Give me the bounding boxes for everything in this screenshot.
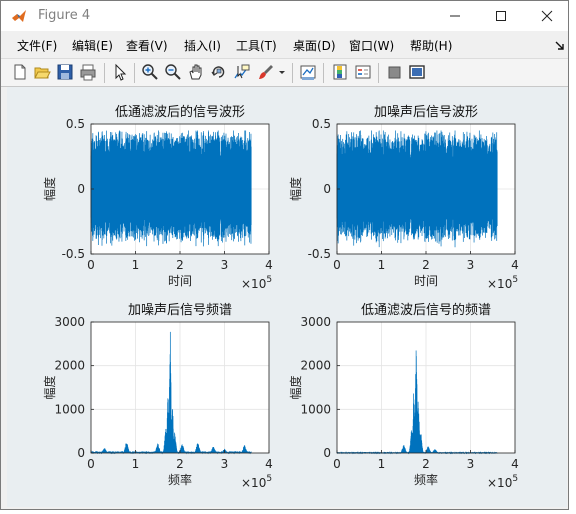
y-tick-label: 1000 [300,402,331,416]
zoom-out-icon[interactable] [164,63,182,81]
menu-insert[interactable]: 插入(I) [184,37,221,54]
y-axis-label: 幅度 [42,177,57,201]
x-tick-label: 3 [467,258,475,272]
data-cursor-icon[interactable] [233,63,251,81]
insert-colorbar-icon[interactable] [331,63,349,81]
x-tick-label: 2 [176,258,184,272]
x-tick-label: 3 [221,457,229,471]
axes-3[interactable]: 0 1 2 3 4 0 1000 2000 3000 ×105 加噪声后信号频谱频率 幅度 [42,303,273,490]
y-tick-label: 3000 [54,315,85,329]
x-tick-label: 4 [511,457,519,471]
y-tick-label: 2000 [300,359,331,373]
maximize-button[interactable] [478,1,524,31]
chart-title: 低通滤波后的信号波形 [115,104,245,120]
link-plot-icon[interactable] [299,63,317,81]
y-tick-label: 1000 [54,402,85,416]
x-tick-label: 4 [265,457,273,471]
x-axis-label: 频率 [414,472,438,487]
close-button[interactable] [524,1,570,31]
menu-edit[interactable]: 编辑(E) [72,37,113,54]
chart-title: 加噪声后信号频谱 [128,303,232,318]
y-axis-label: 幅度 [288,177,303,201]
chart-title: 低通滤波后信号的频谱 [361,302,491,318]
toolbar-separator [104,63,105,83]
matlab-icon [12,10,26,22]
x-tick-label: 4 [265,258,273,272]
menu-window[interactable]: 窗口(W) [349,37,394,54]
menu-view[interactable]: 查看(V) [126,37,168,54]
x-tick-label: 1 [378,457,386,471]
figure-window: Figure 4 文件(F) 编辑(E) 查看(V) 插入(I) 工具(T) 桌… [0,0,569,510]
dock-arrow-icon[interactable] [555,41,565,50]
brush-dropdown-icon[interactable] [277,63,287,81]
rotate-3d-icon[interactable] [210,63,228,81]
maximize-icon [496,11,506,21]
axes-1[interactable]: 0 1 2 3 4-0.500.5×105低通滤波后的信号波形时间幅度 [42,104,273,291]
x-tick-label: 2 [422,258,430,272]
x-tick-label: 0 [333,258,341,272]
axes-2[interactable]: 0 1 2 3 4-0.500.5×105加噪声后信号波形时间幅度 [288,105,519,291]
x-tick-label: 2 [422,457,430,471]
hide-plot-tools-icon[interactable] [386,63,404,81]
y-tick-label: 0.5 [66,117,85,131]
y-tick-label: 0 [77,446,85,460]
brush-icon[interactable] [257,63,275,81]
x-tick-label: 1 [378,258,386,272]
new-figure-icon[interactable] [11,63,29,81]
x-axis-label: 时间 [414,274,438,288]
toolbar [1,58,568,87]
print-icon[interactable] [79,63,97,81]
x-tick-label: 1 [132,457,140,471]
show-plot-tools-icon[interactable] [408,63,426,81]
menu-desktop[interactable]: 桌面(D) [293,37,336,54]
y-axis-label: 幅度 [288,375,303,399]
chart-title: 加噪声后信号波形 [374,105,478,120]
pan-icon[interactable] [187,63,205,81]
x-axis-label: 时间 [168,274,192,288]
menu-tools[interactable]: 工具(T) [236,37,277,54]
zoom-in-icon[interactable] [141,63,159,81]
open-file-icon[interactable] [33,63,51,81]
toolbar-separator [378,63,379,83]
toolbar-separator [292,63,293,83]
y-tick-label: 0 [323,446,331,460]
window-title: Figure 4 [38,8,91,23]
toolbar-separator [323,63,324,83]
x-exponent-label: ×105 [487,275,518,291]
figure-canvas: 0 1 2 3 4 -0.5 0 0.5 ×105 低通滤波后的信号波形 时间 幅度 0 1 2 3 4 -0.5… [7,87,567,507]
toolbar-separator [134,63,135,83]
x-tick-label: 3 [221,258,229,272]
menu-file[interactable]: 文件(F) [17,37,57,54]
y-tick-label: 3000 [300,315,331,329]
x-tick-label: 4 [511,258,519,272]
menu-bar: 文件(F) 编辑(E) 查看(V) 插入(I) 工具(T) 桌面(D) 窗口(W… [1,31,568,58]
x-axis-label: 频率 [168,472,192,487]
x-tick-label: 2 [176,457,184,471]
y-tick-label: -0.5 [62,247,85,261]
x-tick-label: 1 [132,258,140,272]
insert-legend-icon[interactable] [354,63,372,81]
minimize-icon [450,15,460,17]
axes-4[interactable]: 0 1 2 3 4 0 1000 2000 3000 ×105 低通滤波后信号的频谱频率 幅度 [288,302,519,490]
title-bar: Figure 4 [1,1,568,31]
y-axis-label: 幅度 [42,375,57,399]
save-icon[interactable] [56,63,74,81]
y-tick-label: -0.5 [308,247,331,261]
x-exponent-label: ×105 [241,474,272,490]
minimize-button[interactable] [432,1,478,31]
edit-plot-icon[interactable] [111,63,129,81]
x-exponent-label: ×105 [487,474,518,490]
x-tick-label: 0 [333,457,341,471]
y-tick-label: 0 [77,182,85,196]
y-tick-label: 0 [323,182,331,196]
x-tick-label: 3 [467,457,475,471]
menu-help[interactable]: 帮助(H) [410,37,452,54]
y-tick-label: 0.5 [312,117,331,131]
x-tick-label: 0 [87,258,95,272]
x-exponent-label: ×105 [241,275,272,291]
close-icon [541,10,553,22]
y-tick-label: 2000 [54,359,85,373]
figure-axes-area[interactable]: 0 1 2 3 4-0.500.5×105低通滤波后的信号波形时间幅度0 1 2 3 4-0.5… [7,87,567,507]
x-tick-label: 0 [87,457,95,471]
